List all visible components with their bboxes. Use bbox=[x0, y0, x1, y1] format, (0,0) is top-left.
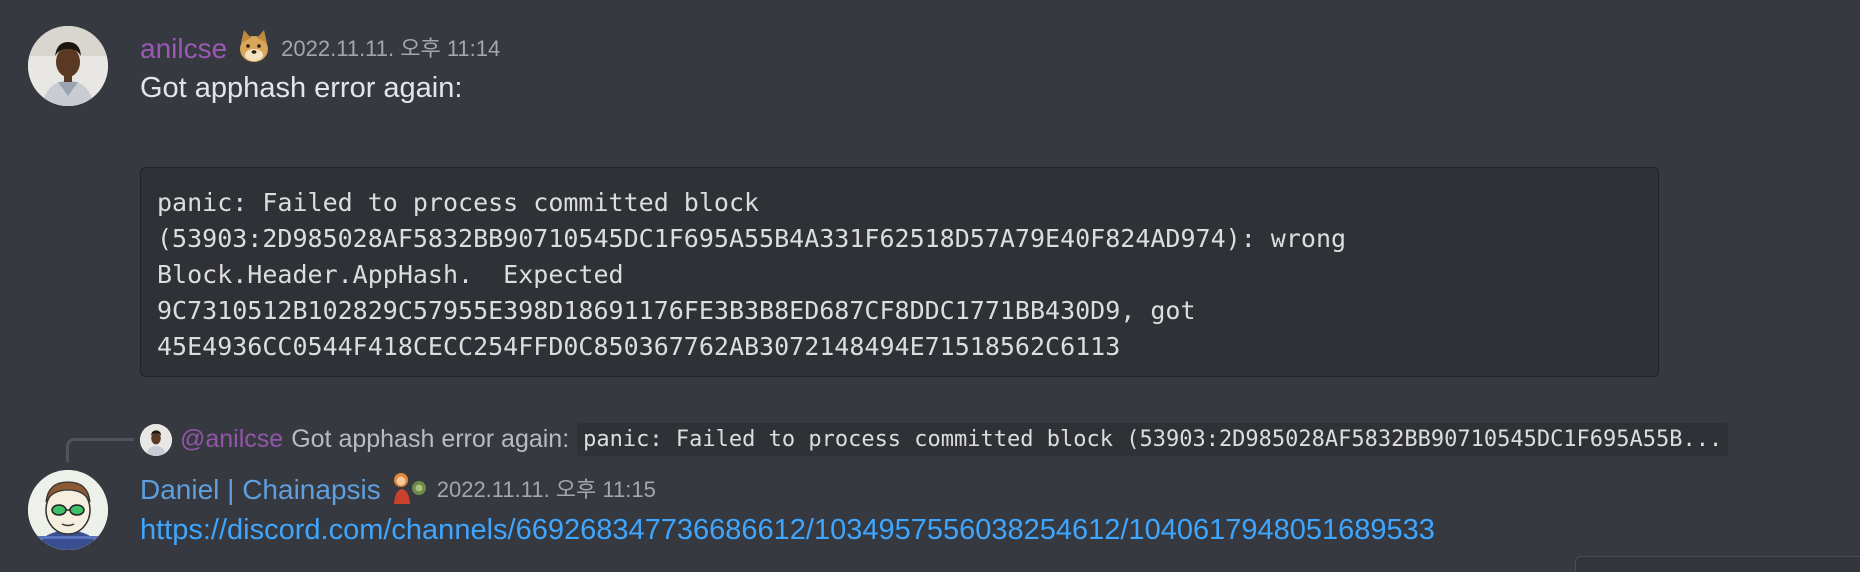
avatar[interactable] bbox=[28, 26, 108, 106]
username[interactable]: Daniel | Chainapsis bbox=[140, 473, 381, 507]
code-block: panic: Failed to process committed block… bbox=[140, 167, 1659, 377]
reply-connector bbox=[66, 438, 134, 462]
timestamp: 2022.11.11. 오후 11:15 bbox=[436, 476, 656, 502]
username[interactable]: anilcse bbox=[140, 32, 227, 66]
drawn-character-icon bbox=[28, 470, 108, 550]
reply-text: Got apphash error again: bbox=[291, 425, 570, 453]
timestamp: 2022.11.11. 오후 11:14 bbox=[281, 35, 501, 61]
code-line: 45E4936CC0544F418CECC254FFD0C850367762AB… bbox=[157, 332, 1121, 361]
chat-area: anilcse 2022.11.11. 오후 11:14 Got apphash… bbox=[0, 0, 1860, 572]
code-line: (53903:2D985028AF5832BB90710545DC1F695A5… bbox=[157, 224, 1347, 253]
message-header: anilcse 2022.11.11. 오후 11:14 bbox=[140, 27, 500, 70]
code-line: Block.Header.AppHash. Expected bbox=[157, 260, 624, 289]
code-line: 9C7310512B102829C57955E398D18691176FE3B3… bbox=[157, 296, 1196, 325]
user-photo-icon bbox=[28, 26, 108, 106]
code-line: panic: Failed to process committed block bbox=[157, 188, 760, 217]
doge-emoji-icon bbox=[235, 27, 273, 70]
character-emoji-icon bbox=[389, 470, 429, 509]
message-text: Got apphash error again: bbox=[140, 72, 463, 104]
reply-avatar bbox=[140, 423, 172, 456]
hover-toolbar bbox=[1575, 556, 1860, 572]
avatar[interactable] bbox=[28, 470, 108, 550]
reply-username[interactable]: @anilcse bbox=[180, 425, 283, 454]
message-header: Daniel | Chainapsis 2022.11.11. 오후 11:15 bbox=[140, 470, 656, 509]
reply-code-preview: panic: Failed to process committed block… bbox=[577, 423, 1729, 456]
reply-reference[interactable]: @anilcse Got apphash error again: panic:… bbox=[140, 423, 1729, 456]
message-link[interactable]: https://discord.com/channels/66926834773… bbox=[140, 512, 1435, 548]
